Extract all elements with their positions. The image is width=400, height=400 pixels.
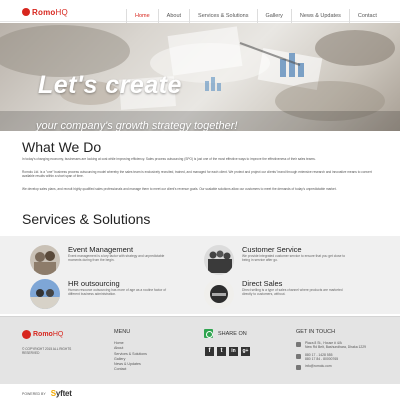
hero-subtitle: your company's growth strategy together! — [36, 120, 238, 131]
service-customer-service[interactable]: Customer Service We provide integrated c… — [204, 245, 352, 275]
email-icon — [296, 365, 301, 371]
share-icon — [204, 329, 213, 338]
footer-logo[interactable]: RomoHQ — [22, 330, 63, 339]
service-name: Event Management — [68, 245, 134, 254]
powered-by-label: POWERED BY — [22, 391, 46, 396]
facebook-icon[interactable]: f — [205, 347, 214, 356]
powered-by-brand: Syftet — [50, 389, 72, 398]
share-title: SHARE ON — [218, 330, 247, 337]
nav-news[interactable]: News & Updates — [290, 9, 349, 23]
site-logo[interactable]: RomoHQ — [22, 5, 68, 19]
social-links: f t in g+ — [205, 347, 253, 356]
contact-address: Plaza 8 St., House # 4/A New Rd Belt, Ba… — [296, 341, 366, 350]
what-we-do-paragraph-1: In today's changing economy, businesses … — [22, 157, 316, 161]
service-description: Human resource outsourcing has more of a… — [68, 288, 167, 297]
hero-title: Let's create — [38, 71, 182, 99]
logo-mark-icon — [22, 8, 30, 16]
email-link[interactable]: info@romolu.com — [305, 364, 332, 368]
footer-menu: Home About Services & Solutions Gallery … — [114, 341, 147, 373]
footer-copyright: © COPYRIGHT 2015 ALL RIGHTS RESERVED — [22, 347, 72, 356]
event-management-image — [30, 245, 60, 275]
phone-line[interactable]: 880 17 84 - 80000765 — [305, 357, 338, 361]
site-footer: RomoHQ © COPYRIGHT 2015 ALL RIGHTS RESER… — [0, 316, 400, 384]
contact-email: info@romolu.com — [296, 364, 366, 371]
nav-home[interactable]: Home — [126, 9, 158, 23]
services-title: Services & Solutions — [22, 211, 151, 227]
location-icon — [296, 342, 301, 347]
service-description: Event management is a key factor with st… — [68, 254, 165, 263]
customer-service-image — [204, 245, 234, 275]
what-we-do-paragraph-3: We develop sales plans, and recruit high… — [22, 187, 337, 191]
linkedin-icon[interactable]: in — [229, 347, 238, 356]
hero-banner: Let's create your company's growth strat… — [0, 23, 400, 131]
footer-menu-title: MENU — [114, 329, 131, 335]
twitter-icon[interactable]: t — [217, 347, 226, 356]
nav-contact[interactable]: Contact — [348, 9, 385, 23]
site-header: RomoHQ Home About Services & Solutions G… — [0, 0, 400, 23]
address-line: New Rd Belt, Bashundhara, Dhaka 1229 — [305, 345, 367, 350]
share-header: SHARE ON — [204, 329, 247, 338]
hr-outsourcing-image — [30, 279, 60, 309]
main-nav: Home About Services & Solutions Gallery … — [126, 9, 385, 23]
contact-info: Plaza 8 St., House # 4/A New Rd Belt, Ba… — [296, 341, 366, 373]
bottom-bar: POWERED BY Syftet — [0, 384, 400, 400]
direct-sales-image — [204, 279, 234, 309]
footer-logo-text: RomoHQ — [33, 331, 64, 338]
powered-by[interactable]: POWERED BY Syftet — [22, 389, 72, 398]
nav-gallery[interactable]: Gallery — [256, 9, 291, 23]
nav-about[interactable]: About — [157, 9, 189, 23]
service-direct-sales[interactable]: Direct Sales Direct selling is a type of… — [204, 279, 352, 309]
service-description: We provide integrated customer service t… — [242, 254, 346, 263]
what-we-do-paragraph-2: Romolu Ltd. is a "one" business process … — [22, 170, 372, 179]
nav-services[interactable]: Services & Solutions — [189, 9, 256, 23]
service-hr-outsourcing[interactable]: HR outsourcing Human resource outsourcin… — [30, 279, 178, 309]
what-we-do-title: What We Do — [22, 139, 102, 155]
service-name: Customer Service — [242, 245, 302, 254]
footer-menu-contact[interactable]: Contact — [114, 367, 147, 372]
contact-phone: 880 17 - 1428 555 880 17 84 - 80000765 — [296, 353, 366, 362]
phone-icon — [296, 353, 301, 359]
services-panel: Event Management Event management is a k… — [0, 236, 400, 314]
service-description: Direct selling is a type of sales channe… — [242, 288, 343, 297]
contact-title: GET IN TOUCH — [296, 329, 336, 335]
service-name: Direct Sales — [242, 279, 283, 288]
service-name: HR outsourcing — [68, 279, 120, 288]
google-plus-icon[interactable]: g+ — [241, 347, 250, 356]
logo-text: RomoHQ — [32, 7, 68, 17]
footer-logo-mark-icon — [22, 330, 31, 339]
service-event-management[interactable]: Event Management Event management is a k… — [30, 245, 178, 275]
